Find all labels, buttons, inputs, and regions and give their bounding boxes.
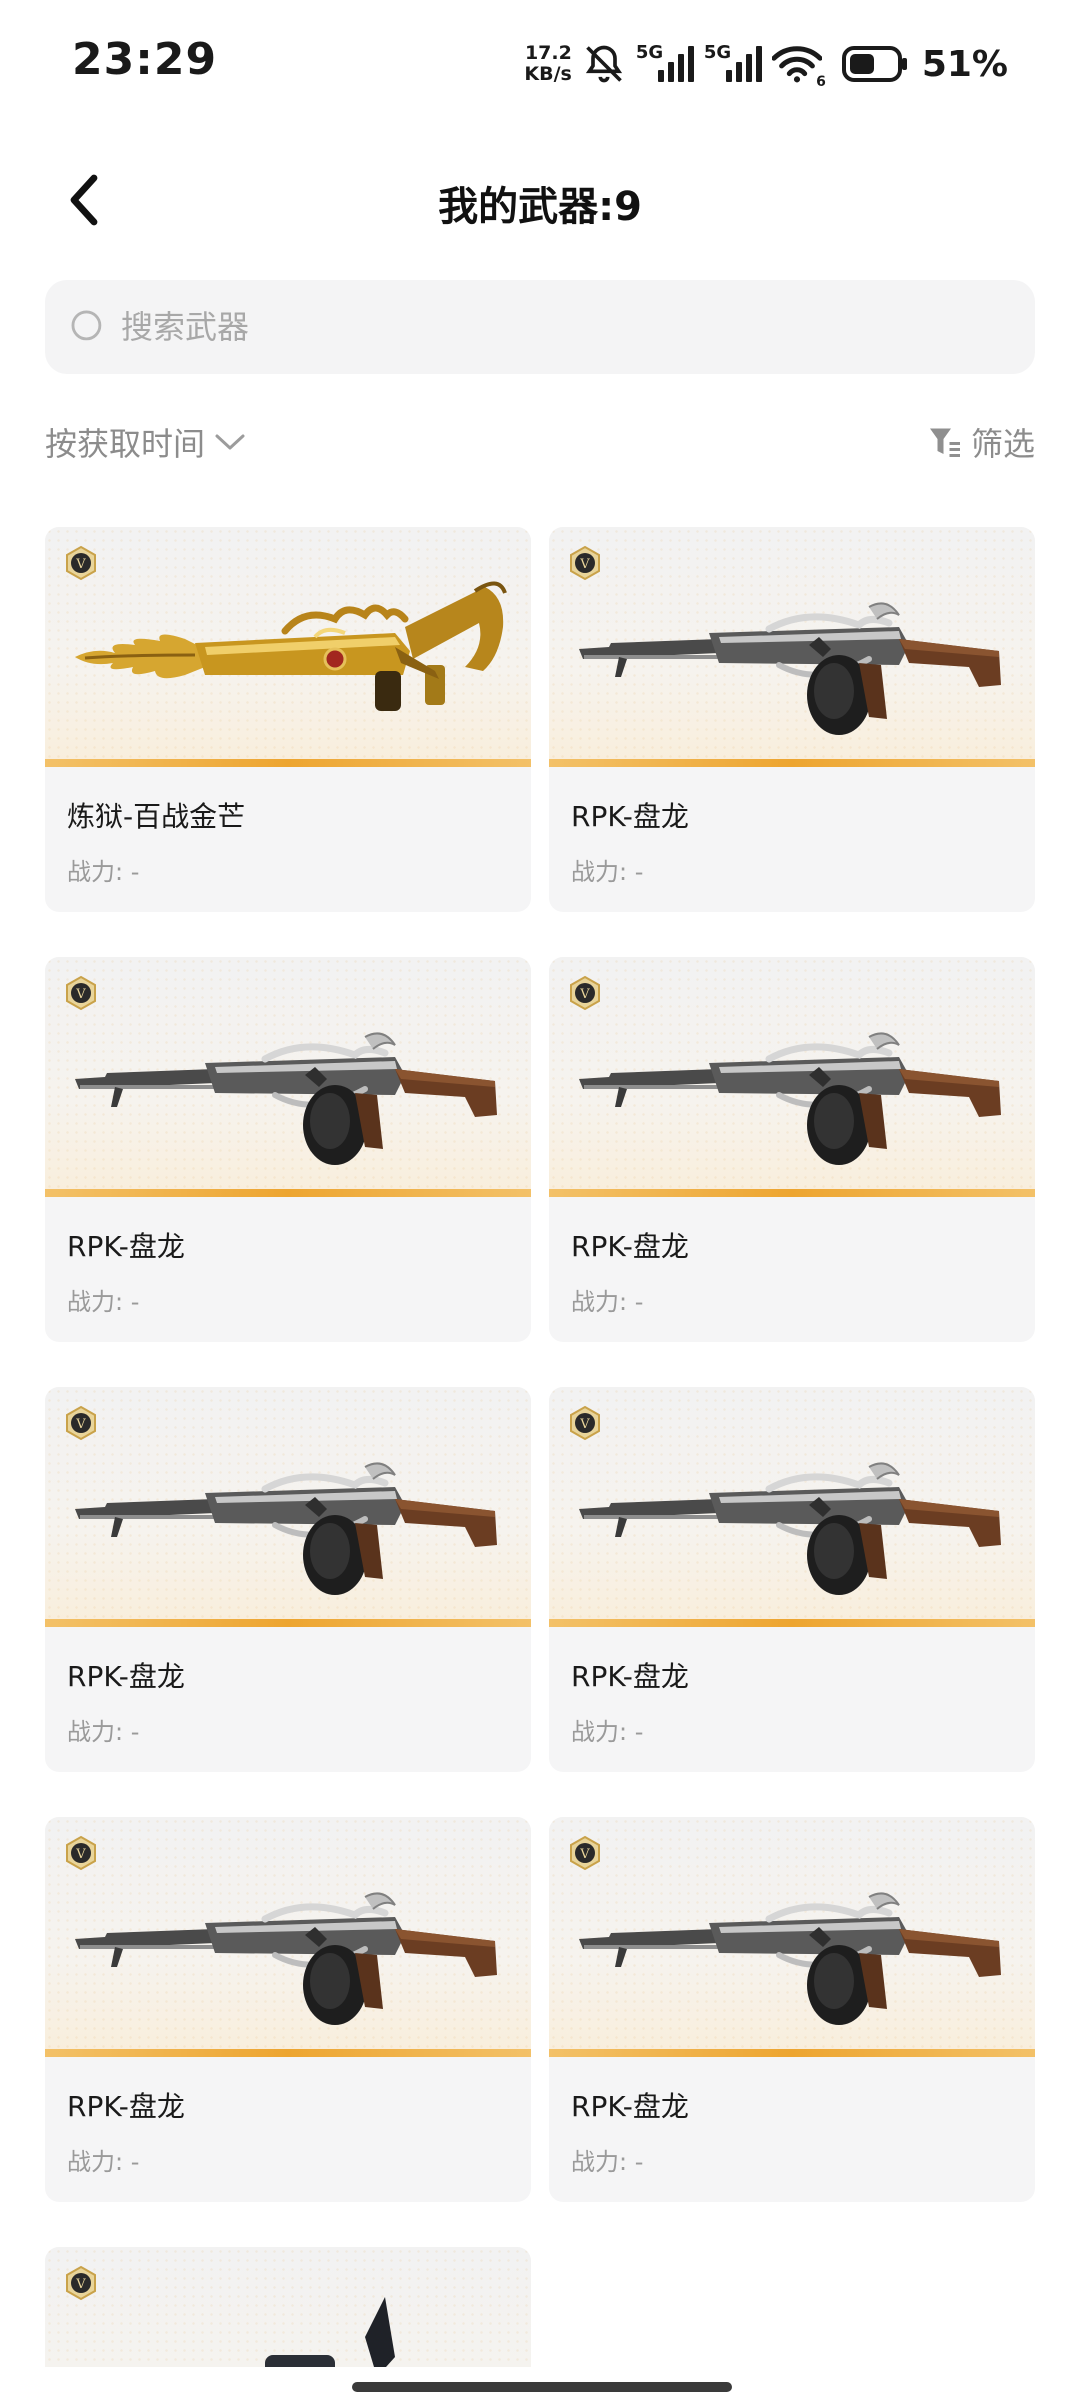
weapon-name: RPK-盘龙 xyxy=(67,2090,185,2123)
weapon-name: RPK-盘龙 xyxy=(571,1230,689,1263)
weapon-image: V xyxy=(45,957,531,1197)
weapon-image: V xyxy=(549,957,1035,1197)
rpk-rifle-icon xyxy=(579,602,1001,735)
cellular-signal-1-icon: 5G xyxy=(636,42,694,86)
weapon-name: RPK-盘龙 xyxy=(571,2090,689,2123)
network-speed-value: 17.2 xyxy=(524,42,572,64)
weapon-card[interactable]: V RPK-盘龙 战力: - xyxy=(45,957,531,1342)
weapon-name: 炼狱-百战金芒 xyxy=(67,800,246,833)
svg-text:V: V xyxy=(75,1847,86,1862)
battery-percent: 51% xyxy=(921,43,1008,85)
filter-icon xyxy=(929,428,960,457)
vip-badge-icon: V xyxy=(570,1405,600,1441)
weapon-power: 战力: - xyxy=(571,1718,644,1746)
svg-text:V: V xyxy=(579,557,590,572)
svg-text:V: V xyxy=(579,1417,590,1432)
filter-label: 筛选 xyxy=(970,425,1035,463)
weapon-image: V xyxy=(45,1387,531,1627)
list-toolbar: 按获取时间 筛选 xyxy=(45,412,1035,472)
wifi-badge: 6 xyxy=(816,74,826,90)
wifi-icon: 6 xyxy=(771,44,826,90)
cellular-signal-2-icon: 5G xyxy=(704,42,762,86)
network-speed: 17.2 KB/s xyxy=(524,43,571,85)
weapon-image: V xyxy=(45,2247,531,2367)
search-icon xyxy=(67,306,109,348)
network-speed-unit: KB/s xyxy=(524,63,572,85)
sort-button[interactable]: 按获取时间 xyxy=(45,419,247,465)
rpk-rifle-icon xyxy=(75,1892,497,2025)
rpk-rifle-icon xyxy=(75,1032,497,1165)
vip-badge-icon: V xyxy=(66,545,96,581)
vip-badge-icon: V xyxy=(570,545,600,581)
rarity-stripe xyxy=(45,2049,531,2057)
rarity-stripe xyxy=(45,1189,531,1197)
vip-badge-icon: V xyxy=(66,1835,96,1871)
svg-text:V: V xyxy=(75,557,86,572)
weapon-name: RPK-盘龙 xyxy=(67,1660,185,1693)
svg-text:V: V xyxy=(579,987,590,1002)
gold-dragon-rifle-icon xyxy=(75,581,507,711)
weapon-power: 战力: - xyxy=(571,858,644,886)
rarity-stripe xyxy=(549,2049,1035,2057)
svg-text:V: V xyxy=(75,987,86,1002)
rarity-stripe xyxy=(549,759,1035,767)
weapon-power: 战力: - xyxy=(67,1718,140,1746)
rpk-rifle-icon xyxy=(579,1892,1001,2025)
filter-button[interactable]: 筛选 xyxy=(927,419,1035,465)
weapon-image: V xyxy=(45,527,531,767)
svg-text:V: V xyxy=(75,1417,86,1432)
weapon-image: V xyxy=(549,1387,1035,1627)
vip-badge-icon: V xyxy=(570,1835,600,1871)
weapon-power: 战力: - xyxy=(571,1288,644,1316)
weapon-image: V xyxy=(549,1817,1035,2057)
weapon-name: RPK-盘龙 xyxy=(67,1230,185,1263)
rarity-stripe xyxy=(45,1619,531,1627)
rarity-stripe xyxy=(549,1189,1035,1197)
weapon-card[interactable]: V RPK-盘龙 战力: - xyxy=(45,1817,531,2202)
vip-badge-icon: V xyxy=(66,975,96,1011)
search-bar[interactable] xyxy=(45,280,1035,374)
header: 我的武器:9 xyxy=(0,150,1080,250)
weapon-image: V xyxy=(549,527,1035,767)
svg-text:V: V xyxy=(579,1847,590,1862)
vip-badge-icon: V xyxy=(570,975,600,1011)
weapon-card[interactable]: V RPK-盘龙 战力: - xyxy=(549,1817,1035,2202)
rpk-rifle-icon xyxy=(579,1032,1001,1165)
svg-text:V: V xyxy=(75,2277,86,2292)
weapon-name: RPK-盘龙 xyxy=(571,1660,689,1693)
weapon-grid: V 炼狱-百战金芒 战力: - V RPK-盘龙 战力: - V RPK-盘龙 … xyxy=(45,527,1035,2367)
weapon-card-partial[interactable]: V xyxy=(45,2247,531,2367)
weapon-power: 战力: - xyxy=(67,858,140,886)
status-time: 23:29 xyxy=(72,34,218,85)
weapon-card[interactable]: V RPK-盘龙 战力: - xyxy=(549,1387,1035,1772)
rarity-stripe xyxy=(45,759,531,767)
status-icons: 17.2 KB/s 5G 5G 6 51% xyxy=(524,36,1008,92)
rpk-rifle-icon xyxy=(579,1462,1001,1595)
sort-label: 按获取时间 xyxy=(45,425,206,463)
weapon-card[interactable]: V RPK-盘龙 战力: - xyxy=(549,957,1035,1342)
weapon-power: 战力: - xyxy=(67,1288,140,1316)
weapon-power: 战力: - xyxy=(67,2148,140,2176)
vip-badge-icon: V xyxy=(66,2265,96,2301)
rpk-rifle-icon xyxy=(75,1462,497,1595)
weapon-card[interactable]: V RPK-盘龙 战力: - xyxy=(549,527,1035,912)
battery-icon xyxy=(841,46,908,82)
bell-muted-icon xyxy=(582,42,626,86)
search-input[interactable] xyxy=(121,308,1001,346)
dark-dragon-rifle-icon xyxy=(265,2297,395,2367)
weapon-image: V xyxy=(45,1817,531,2057)
status-bar: 23:29 17.2 KB/s 5G 5G 6 51% xyxy=(0,0,1080,128)
chevron-down-icon xyxy=(215,434,245,450)
weapon-card[interactable]: V 炼狱-百战金芒 战力: - xyxy=(45,527,531,912)
weapon-power: 战力: - xyxy=(571,2148,644,2176)
weapon-card[interactable]: V RPK-盘龙 战力: - xyxy=(45,1387,531,1772)
weapon-name: RPK-盘龙 xyxy=(571,800,689,833)
rarity-stripe xyxy=(549,1619,1035,1627)
vip-badge-icon: V xyxy=(66,1405,96,1441)
page-title: 我的武器:9 xyxy=(438,184,642,230)
home-indicator[interactable] xyxy=(352,2382,732,2392)
